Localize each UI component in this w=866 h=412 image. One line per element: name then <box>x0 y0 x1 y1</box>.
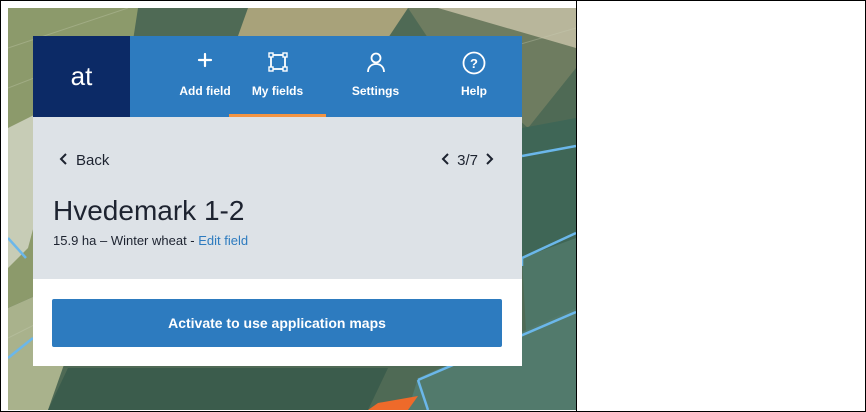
nav-my-fields[interactable]: My fields <box>229 36 326 117</box>
nav-help-label: Help <box>460 84 487 98</box>
field-square-icon <box>229 50 326 74</box>
field-summary-text: 15.9 ha – Winter wheat - <box>53 233 199 248</box>
logo-text: at <box>70 61 93 91</box>
field-summary: 15.9 ha – Winter wheat - Edit field <box>53 233 248 248</box>
nav-my-fields-label: My fields <box>251 84 304 98</box>
top-navigation: at Add field My fields Settings ? Help <box>33 36 522 117</box>
pager-count: 3/7 <box>457 152 478 169</box>
svg-text:?: ? <box>470 56 478 71</box>
field-info: Back 3/7 Hvedemark 1-2 15.9 ha – Winter … <box>33 117 522 279</box>
edit-field-link[interactable]: Edit field <box>198 233 248 248</box>
pane-divider <box>576 0 577 412</box>
field-pager: 3/7 <box>441 152 494 169</box>
chevron-left-icon <box>59 152 69 169</box>
previous-field-icon[interactable] <box>441 152 451 169</box>
action-area: Activate to use application maps <box>33 279 522 366</box>
field-title: Hvedemark 1-2 <box>53 195 245 226</box>
app-logo[interactable]: at <box>33 36 130 117</box>
help-circle-icon: ? <box>443 50 505 75</box>
activate-application-maps-button[interactable]: Activate to use application maps <box>52 299 502 347</box>
nav-settings-label: Settings <box>351 84 400 98</box>
nav-settings[interactable]: Settings <box>338 36 413 117</box>
back-label: Back <box>76 152 110 169</box>
field-panel: at Add field My fields Settings ? Help B… <box>33 36 522 366</box>
next-field-icon[interactable] <box>484 152 494 169</box>
back-button[interactable]: Back <box>59 152 109 169</box>
nav-help[interactable]: ? Help <box>443 36 505 117</box>
user-icon <box>338 50 413 74</box>
